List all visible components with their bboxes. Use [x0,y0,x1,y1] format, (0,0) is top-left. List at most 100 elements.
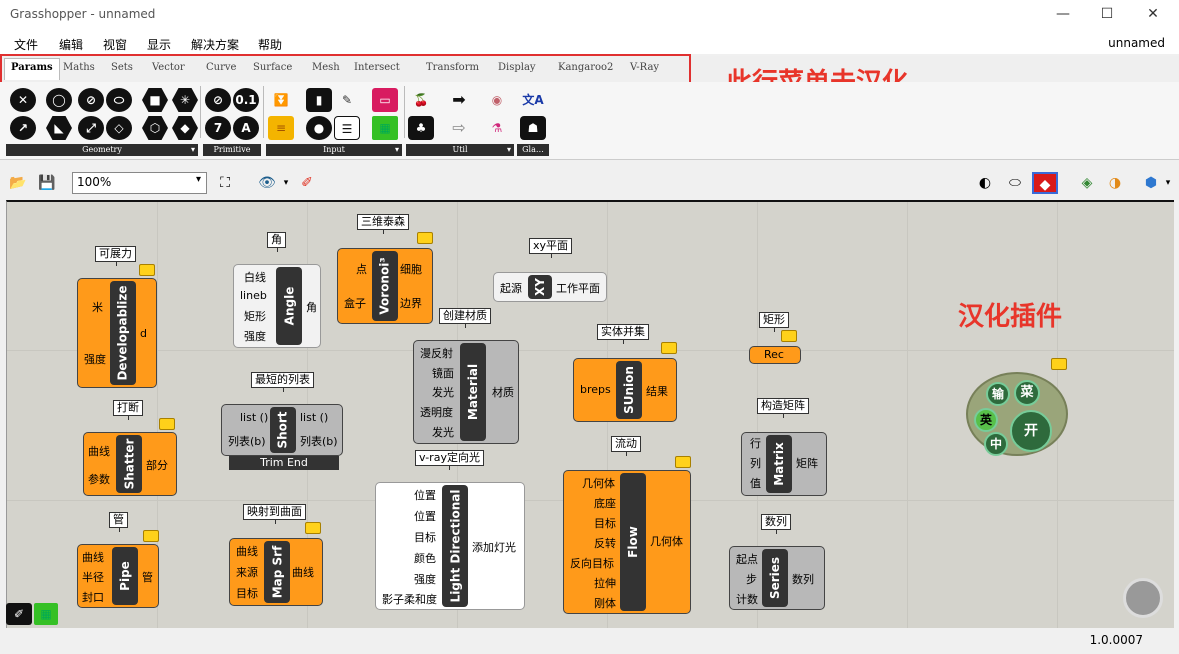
menu-file[interactable]: 文件 [14,36,38,53]
plugin-toggle-button[interactable]: 开 [1010,410,1052,452]
minimize-button[interactable]: — [1040,3,1086,25]
menu-solution[interactable]: 解决方案 [191,36,239,53]
group-glass-label[interactable]: Gla… [517,144,549,156]
button-icon[interactable]: ● [306,116,332,140]
eye-icon[interactable]: 👁 [256,172,278,194]
plugin-english-button[interactable]: 英 [974,408,998,432]
list-icon[interactable]: ☰ [334,116,360,140]
surface-icon[interactable]: ⬡ [142,116,168,140]
short-component[interactable]: list () 列表(b) Short list () 列表(b) [221,404,343,456]
point-icon[interactable]: ✕ [10,88,36,112]
material-component[interactable]: 漫反射 镜面 发光 透明度 发光 Material 材质 [413,340,519,444]
save-icon[interactable]: 💾 [36,172,58,194]
zoom-extents-icon[interactable]: ⛶ [212,172,238,194]
sketch-pen-icon[interactable]: ✐ [296,172,318,194]
preview-wire-icon[interactable]: ◐ [974,172,996,194]
rectangle-icon[interactable]: ◇ [106,116,132,140]
menu-edit[interactable]: 编辑 [59,36,83,53]
translate-icon[interactable]: 文A [520,88,546,112]
menu-view[interactable]: 视窗 [103,36,127,53]
comment-bubble[interactable] [675,456,691,468]
menu-help[interactable]: 帮助 [258,36,282,53]
voronoi-component[interactable]: 点 盒子 Voronoi³ 细胞 边界 [337,248,433,324]
comment-bubble[interactable] [143,530,159,542]
comment-bubble[interactable] [305,522,321,534]
sphere-preview-icon[interactable]: ⬢ [1140,172,1162,194]
slider-icon[interactable]: ⏬ [268,88,294,112]
matrix-icon[interactable]: ▦ [34,603,58,625]
comment-bubble[interactable] [139,264,155,276]
group-separator [263,86,264,138]
flow-component[interactable]: 几何体 底座 目标 反转 反向目标 拉伸 刚体 Flow 几何体 [563,470,691,614]
zoom-select[interactable]: 100% ▾ [72,172,207,194]
boolean-icon[interactable]: ⊘ [205,88,231,112]
cherry-icon[interactable]: 🍒 [408,88,434,112]
comment-bubble[interactable] [417,232,433,244]
chevron-down-icon: ▾ [195,174,201,185]
panel-icon[interactable]: ✎ [334,88,360,112]
tree-icon[interactable]: ♣ [408,116,434,140]
matrix-component[interactable]: 行 列 值 Matrix 矩阵 [741,432,827,496]
sunion-component[interactable]: breps SUnion 结果 [573,358,677,422]
matrix-icon[interactable]: ▦ [372,116,398,140]
navigation-wheel-icon[interactable] [1123,578,1163,618]
close-button[interactable]: ✕ [1130,3,1176,25]
open-folder-icon[interactable]: 📂 [8,172,28,194]
angle-component[interactable]: 白线 lineb 矩形 强度 Angle 角 [233,264,321,348]
comment-bubble[interactable] [159,418,175,430]
plugin-menu-button[interactable]: 菜 [1014,380,1040,406]
group-input-label[interactable]: Input ▾ [266,144,402,156]
series-component[interactable]: 起点 步 计数 Series 数列 [729,546,825,610]
sketch-icon[interactable]: ✐ [6,603,32,625]
outline-arrow-icon[interactable]: ⇨ [446,116,472,140]
group-primitive-label[interactable]: Primitive [203,144,261,156]
group-util: 🍒 ➡ ◉ ♣ ⇨ ⚗ Util ▾ [406,84,514,156]
brep-icon[interactable]: ■ [142,88,168,112]
integer-icon[interactable]: 7 [205,116,231,140]
comment-bubble[interactable] [1051,358,1067,370]
menu-display[interactable]: 显示 [147,36,171,53]
maximize-button[interactable]: ☐ [1084,3,1130,25]
comment-bubble[interactable] [781,330,797,342]
arc-icon[interactable]: ⊘ [78,88,104,112]
component-name: Rec [764,348,784,361]
line-icon[interactable]: ⤢ [78,116,104,140]
plugin-chinese-button[interactable]: 中 [984,432,1008,456]
light-directional-component[interactable]: 位置 位置 目标 颜色 强度 影子柔和度 Light Directional 添… [375,482,525,610]
geometry-icon[interactable]: ◆ [172,116,198,140]
material-preview-icon[interactable]: ◑ [1104,172,1126,194]
graph-icon[interactable]: ≡ [268,116,294,140]
mesh-preview-icon[interactable]: ◈ [1076,172,1098,194]
document-name: unnamed [1108,36,1165,50]
sphere-icon[interactable]: ◉ [484,88,510,112]
plane-icon[interactable]: ◣ [46,116,72,140]
person-icon[interactable]: ☗ [520,116,546,140]
vector-icon[interactable]: ↗ [10,116,36,140]
curve-param-icon[interactable]: ⬭ [106,88,132,112]
preview-selected-icon[interactable]: ◆ [1032,172,1058,194]
xy-plane-component[interactable]: 起源 XY 工作平面 [493,272,607,302]
arrow-icon[interactable]: ➡ [446,88,472,112]
preview-shade-icon[interactable]: ⬭ [1004,172,1026,194]
developablize-component[interactable]: 米 强度 Developablize d [77,278,157,388]
group-geometry-label[interactable]: Geometry ▾ [6,144,198,156]
pipe-component[interactable]: 曲线 半径 封口 Pipe 管 [77,544,159,608]
number-icon[interactable]: 0.1 [233,88,259,112]
comment-bubble[interactable] [661,342,677,354]
plugin-input-button[interactable]: 输 [986,382,1010,406]
short-caption: Trim End [229,456,339,470]
chevron-down-icon[interactable]: ▾ [1164,172,1172,194]
circle-icon[interactable]: ◯ [46,88,72,112]
group-util-label[interactable]: Util ▾ [406,144,514,156]
rec-component[interactable]: Rec [749,346,801,364]
mapsrf-component[interactable]: 曲线 来源 目标 Map Srf 曲线 [229,538,323,606]
text-icon[interactable]: A [233,116,259,140]
menu-bar: 文件 编辑 视窗 显示 解决方案 帮助 [0,30,1179,54]
gradient-icon[interactable]: ▭ [372,88,398,112]
mesh-icon[interactable]: ✳ [172,88,198,112]
chevron-down-icon[interactable]: ▾ [282,172,290,194]
toggle-icon[interactable]: ▮ [306,88,332,112]
flask-icon[interactable]: ⚗ [484,116,510,140]
shatter-component[interactable]: 曲线 参数 Shatter 部分 [83,432,177,496]
localization-plugin-widget[interactable]: 输 菜 英 中 开 [966,372,1068,456]
